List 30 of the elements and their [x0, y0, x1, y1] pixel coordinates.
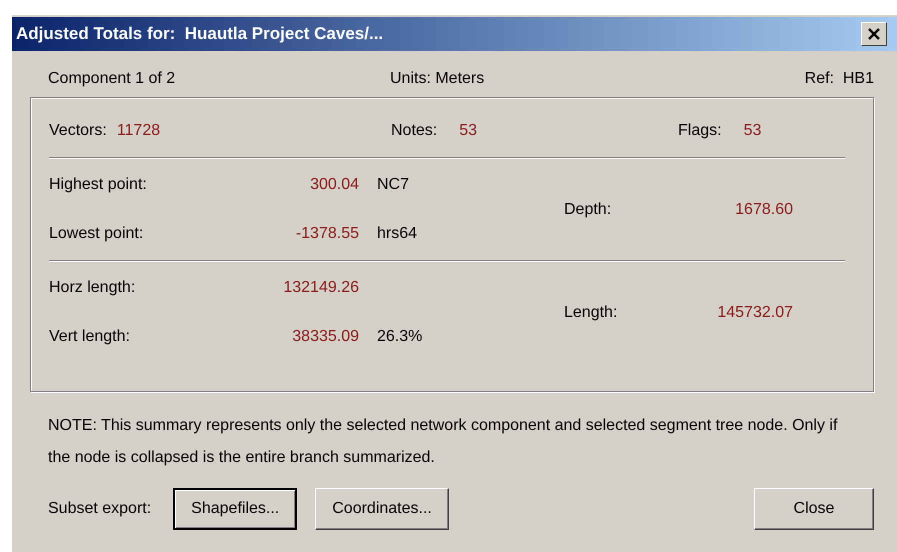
stat-label: Lowest point: [49, 225, 144, 243]
dialog-button[interactable]: Close [754, 488, 874, 530]
units-label: Units: Meters [390, 70, 486, 89]
dialog-button[interactable]: Coordinates... [315, 488, 449, 530]
stat-value: 38335.09 [291, 328, 359, 346]
stat-value: 132149.26 [282, 279, 359, 297]
stat-label: Horz length: [49, 279, 136, 297]
count-label: Notes: [391, 122, 438, 141]
count-label: Flags: [678, 122, 722, 141]
window-title: Adjusted Totals for: Huautla Project Caves/... [16, 24, 384, 44]
dialog-button[interactable]: Shapefiles... [173, 488, 298, 530]
total-label: Length: [564, 304, 618, 322]
stat-label: Vert length: [49, 328, 131, 346]
note-text: NOTE: This summary represents only the selected network component and selected segment tree node. Only if the node is collapsed is the entire branch summarized. [48, 416, 838, 468]
component-label: Component 1 of 2 [48, 70, 176, 89]
stat-value: 300.04 [309, 176, 359, 194]
count-value: 11728 [116, 122, 160, 141]
stat-value: -1378.55 [294, 225, 359, 243]
total-value: 145732.07 [716, 304, 793, 322]
reference-label: Ref: HB1 [804, 70, 874, 89]
count-label: Vectors: [49, 122, 107, 141]
total-value: 1678.60 [734, 200, 793, 218]
station-label: hrs64 [376, 225, 418, 243]
station-label: NC7 [376, 176, 410, 194]
stat-label: Highest point: [49, 176, 148, 194]
count-value: 53 [459, 122, 478, 141]
export-label: Subset export: [48, 500, 152, 518]
count-value: 53 [744, 122, 762, 141]
total-label: Depth: [564, 200, 612, 218]
percent-label: 26.3% [376, 328, 424, 346]
